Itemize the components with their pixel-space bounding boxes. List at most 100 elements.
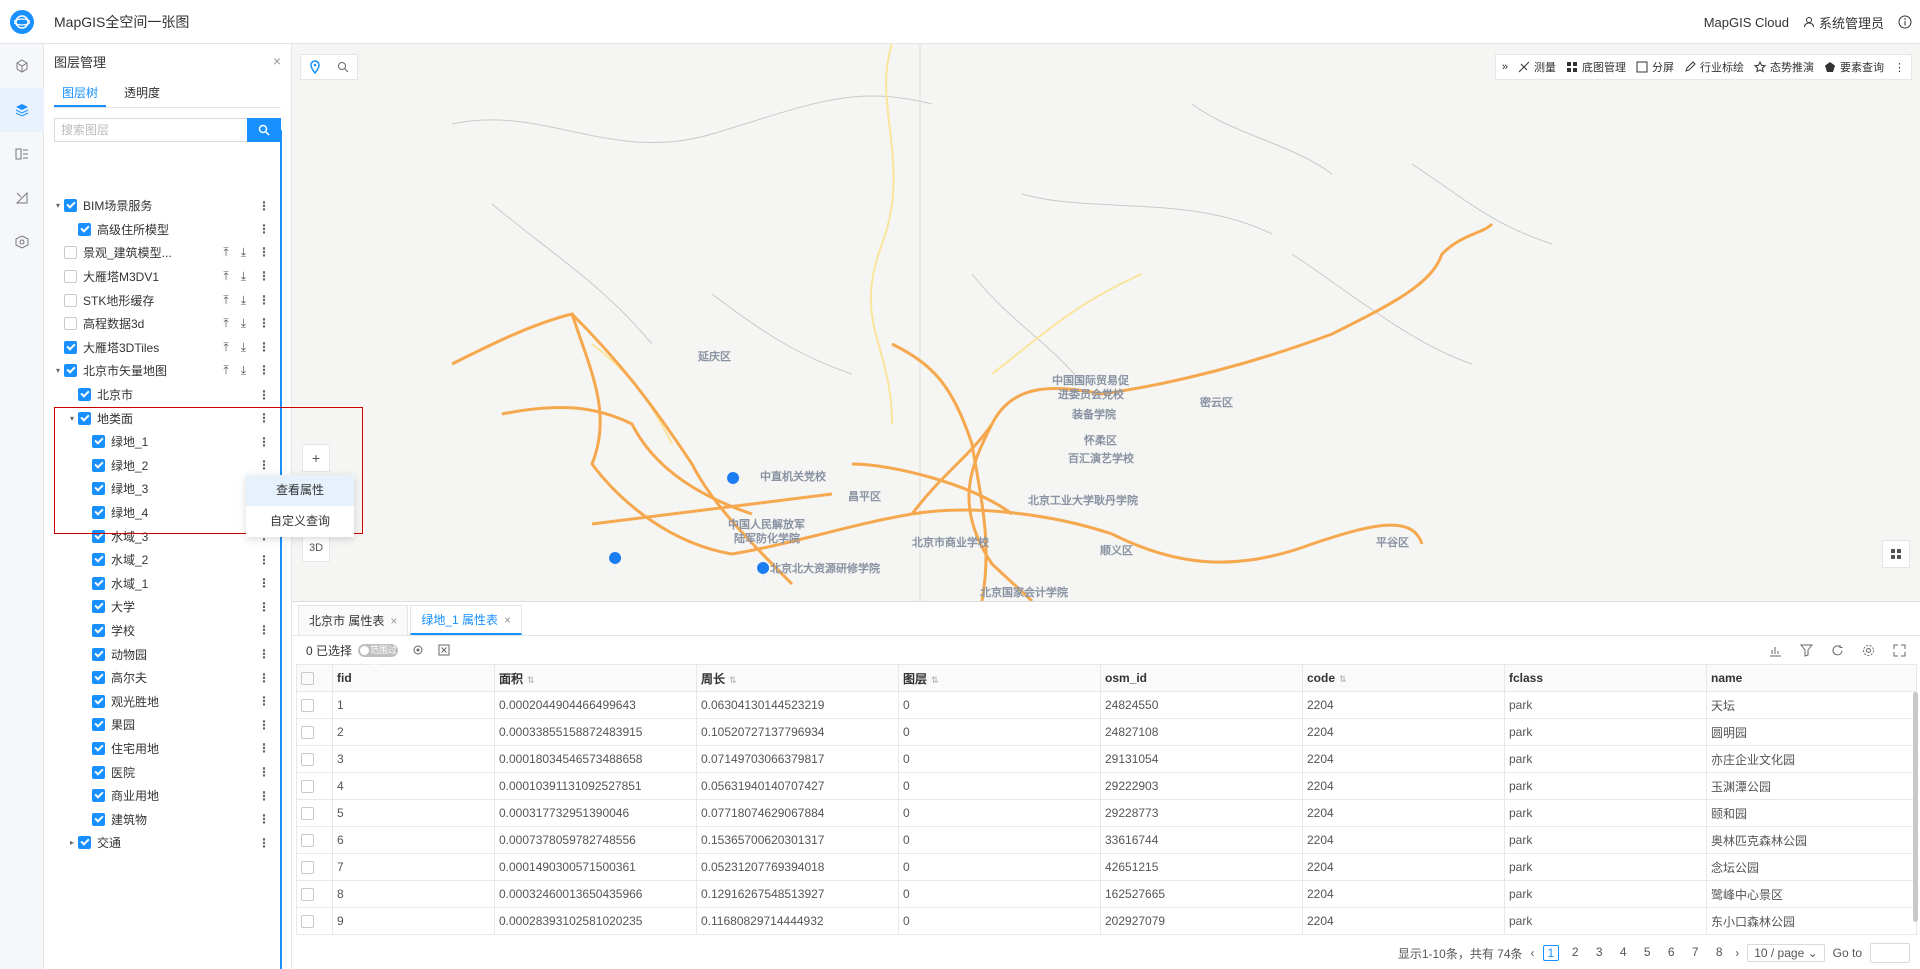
tree-node[interactable]: 高级住所模型 ⋮ (44, 218, 280, 242)
tree-node[interactable]: 景观_建筑模型... ⤒ ⤓ ⋮ (44, 241, 280, 265)
more-icon[interactable]: ⋮ (258, 576, 270, 590)
tree-node[interactable]: 大雁塔M3DV1 ⤒ ⤓ ⋮ (44, 265, 280, 289)
layer-checkbox[interactable] (64, 270, 77, 284)
more-icon[interactable]: ⋮ (258, 836, 270, 850)
move-down-icon[interactable]: ⤓ (241, 293, 246, 308)
tree-node[interactable]: 商业用地 ⋮ (44, 784, 280, 808)
page-number[interactable]: 1 (1542, 945, 1560, 961)
sort-icon[interactable]: ⇅ (527, 675, 535, 685)
page-number[interactable]: 7 (1687, 945, 1703, 961)
layer-checkbox[interactable] (64, 293, 77, 307)
view-attributes-menu-item[interactable]: 查看属性 (246, 475, 354, 506)
select-all-checkbox[interactable] (296, 664, 333, 692)
location-icon[interactable] (412, 644, 424, 656)
tree-node[interactable]: 高尔夫 ⋮ (44, 666, 280, 690)
more-icon[interactable]: ⋮ (258, 340, 270, 355)
more-icon[interactable]: ⋮ (258, 222, 270, 236)
more-icon[interactable]: ⋮ (258, 199, 270, 213)
tree-node[interactable]: 医院 ⋮ (44, 760, 280, 784)
more-icon[interactable]: ⋮ (258, 600, 270, 614)
situation-tool[interactable]: 态势推演 (1754, 59, 1814, 75)
sort-icon[interactable]: ⇅ (729, 675, 737, 685)
row-checkbox[interactable] (296, 718, 333, 746)
table-row[interactable]: 7 0.0001490300571500361 0.0523120776939401… (296, 853, 1917, 881)
more-icon[interactable]: ⋮ (258, 269, 270, 284)
row-checkbox[interactable] (296, 907, 333, 935)
user-menu[interactable]: 系统管理员 (1803, 13, 1884, 32)
layer-checkbox[interactable] (92, 623, 105, 637)
tree-node[interactable]: 水域_1 ⋮ (44, 572, 280, 596)
plotting-tool[interactable]: 行业标绘 (1684, 59, 1744, 75)
tree-node[interactable]: 大雁塔3DTiles ⤒ ⤓ ⋮ (44, 336, 280, 360)
layout-grid-button[interactable] (1882, 540, 1910, 568)
tree-node[interactable]: 建筑物 ⋮ (44, 807, 280, 831)
clear-selection-icon[interactable] (438, 644, 450, 656)
move-up-icon[interactable]: ⤒ (223, 269, 228, 284)
column-header[interactable]: 面积 ⇅ (494, 664, 697, 692)
location-pin-icon[interactable] (301, 55, 329, 79)
settings-icon[interactable] (1862, 644, 1875, 657)
tab-layer-tree[interactable]: 图层树 (54, 78, 107, 107)
page-number[interactable]: 5 (1639, 945, 1655, 961)
3d-mode-button[interactable]: 3D (302, 534, 330, 562)
layer-checkbox[interactable] (64, 317, 77, 331)
tab-beijing-attributes[interactable]: 北京市 属性表 × (298, 605, 409, 635)
page-number[interactable]: 3 (1591, 945, 1607, 961)
tree-node[interactable]: 高程数据3d ⤒ ⤓ ⋮ (44, 312, 280, 336)
layer-checkbox[interactable] (92, 789, 105, 803)
fullscreen-icon[interactable] (1893, 644, 1906, 657)
tree-node[interactable]: ▾ BIM场景服务 ⋮ (44, 194, 280, 218)
row-checkbox[interactable] (296, 691, 333, 719)
more-icon[interactable]: ⋮ (1894, 61, 1905, 74)
row-checkbox[interactable] (296, 745, 333, 773)
page-number[interactable]: 4 (1615, 945, 1631, 961)
move-down-icon[interactable]: ⤓ (241, 245, 246, 260)
more-icon[interactable]: ⋮ (258, 623, 270, 637)
more-icon[interactable]: ⋮ (258, 765, 270, 779)
table-row[interactable]: 1 0.0002044904466499643 0.0630413014452321… (296, 691, 1917, 719)
more-icon[interactable]: ⋮ (258, 316, 270, 331)
move-up-icon[interactable]: ⤒ (223, 340, 228, 355)
move-down-icon[interactable]: ⤓ (241, 340, 246, 355)
tree-node[interactable]: ▾ 北京市矢量地图 ⤒ ⤓ ⋮ (44, 359, 280, 383)
column-header[interactable]: 图层 ⇅ (898, 664, 1101, 692)
split-screen-tool[interactable]: 分屏 (1636, 59, 1674, 75)
more-icon[interactable]: ⋮ (258, 553, 270, 567)
more-icon[interactable]: ⋮ (258, 388, 270, 402)
layer-checkbox[interactable] (64, 364, 77, 378)
tree-node[interactable]: 观光胜地 ⋮ (44, 689, 280, 713)
move-up-icon[interactable]: ⤒ (223, 245, 228, 260)
row-checkbox[interactable] (296, 853, 333, 881)
page-number[interactable]: 8 (1711, 945, 1727, 961)
more-icon[interactable]: ⋮ (258, 718, 270, 732)
layer-search-input[interactable] (54, 118, 247, 142)
info-icon[interactable] (1898, 15, 1912, 29)
tree-node[interactable]: 动物园 ⋮ (44, 642, 280, 666)
prev-page-icon[interactable]: ‹ (1531, 946, 1535, 960)
move-up-icon[interactable]: ⤒ (223, 316, 228, 331)
table-row[interactable]: 4 0.00010391131092527851 0.056319401407074… (296, 772, 1917, 800)
table-row[interactable]: 2 0.00033855158872483915 0.105207271377969… (296, 718, 1917, 746)
move-down-icon[interactable]: ⤓ (241, 269, 246, 284)
refresh-icon[interactable] (1831, 644, 1844, 657)
tree-node[interactable]: ▸ 交通 ⋮ (44, 831, 280, 855)
expand-arrow-icon[interactable]: ▾ (52, 366, 64, 375)
tree-node[interactable]: 水域_2 ⋮ (44, 548, 280, 572)
collapse-toolbar-button[interactable]: » (1502, 61, 1508, 73)
table-row[interactable]: 6 0.0007378059782748556 0.1536570062030131… (296, 826, 1917, 854)
tree-node[interactable]: 住宅用地 ⋮ (44, 737, 280, 761)
chart-icon[interactable] (1769, 644, 1782, 657)
mapgis-logo[interactable] (0, 0, 44, 44)
layer-checkbox[interactable] (92, 718, 105, 732)
layer-checkbox[interactable] (78, 836, 91, 850)
row-checkbox[interactable] (296, 799, 333, 827)
next-page-icon[interactable]: › (1735, 946, 1739, 960)
close-icon[interactable]: × (273, 53, 281, 69)
move-down-icon[interactable]: ⤓ (241, 316, 246, 331)
layer-checkbox[interactable] (92, 741, 105, 755)
tree-node[interactable]: 学校 ⋮ (44, 619, 280, 643)
layer-checkbox[interactable] (64, 340, 77, 354)
move-down-icon[interactable]: ⤓ (241, 363, 246, 378)
more-icon[interactable]: ⋮ (258, 647, 270, 661)
row-checkbox[interactable] (296, 826, 333, 854)
